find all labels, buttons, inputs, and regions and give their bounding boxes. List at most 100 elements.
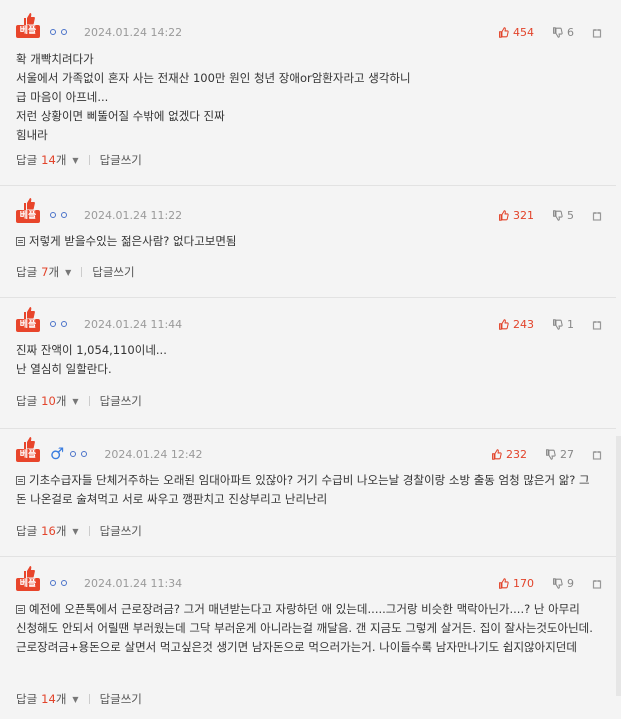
user-level-icon [50, 212, 56, 218]
upvote-button[interactable]: 170 [498, 577, 534, 590]
thumbs-down-icon [553, 319, 563, 330]
report-icon[interactable] [592, 320, 602, 330]
user-level-icon [61, 29, 67, 35]
comment-date: 2024.01.24 11:22 [84, 208, 183, 222]
report-icon[interactable] [592, 579, 602, 589]
downvote-button[interactable]: 6 [552, 26, 574, 39]
comment-meta: 2024.01.24 14:22 [50, 24, 182, 40]
reply-toggle[interactable]: 답글 10 개 ▼ [16, 393, 79, 409]
thumbs-up-icon [499, 27, 509, 38]
best-label: 베플 [16, 449, 40, 462]
write-reply-link[interactable]: 답글쓰기 [100, 393, 142, 409]
divider [88, 396, 90, 406]
reply-toggle[interactable]: 답글 7개 ▼ [16, 264, 71, 280]
comment-text: 예전에 오픈톡에서 근로장려금? 그거 매년받는다고 자랑하던 애 있는데...… [16, 602, 593, 654]
comment-header: 베플 2024.01.24 11:22 321 5 [16, 186, 606, 236]
comment-body: 예전에 오픈톡에서 근로장려금? 그거 매년받는다고 자랑하던 애 있는데...… [16, 600, 596, 657]
write-reply-link[interactable]: 답글쓰기 [100, 152, 142, 168]
upvote-count: 232 [506, 448, 527, 461]
thumbs-down-icon [553, 578, 563, 589]
user-level-icon [61, 580, 67, 586]
vote-bar: 321 5 [498, 209, 602, 222]
comment-item: 베플 2024.01.24 14:22 454 6 확 개빡치려다가 서울에서 … [0, 0, 616, 186]
scrollbar-track[interactable] [616, 436, 621, 696]
comment-meta: 2024.01.24 11:44 [50, 316, 182, 332]
comment-text: 진짜 잔액이 1,054,110이네... 난 열심히 일할란다. [16, 343, 167, 376]
report-icon[interactable] [592, 450, 602, 460]
report-icon[interactable] [592, 211, 602, 221]
comment-footer: 답글 7개 ▼ 답글쓰기 [16, 264, 135, 280]
upvote-button[interactable]: 243 [498, 318, 534, 331]
write-reply-link[interactable]: 답글쓰기 [100, 523, 142, 539]
upvote-button[interactable]: 232 [491, 448, 527, 461]
comment-item: 베플 2024.01.24 11:34 170 9 예전에 오픈톡에서 근로장려… [0, 557, 616, 719]
best-badge: 베플 [16, 436, 40, 470]
vote-bar: 232 27 [491, 448, 602, 461]
thumbs-up-icon [24, 566, 35, 578]
write-reply-link[interactable]: 답글쓰기 [92, 264, 134, 280]
upvote-button[interactable]: 321 [498, 209, 534, 222]
thumbs-up-icon [24, 437, 35, 449]
write-reply-link[interactable]: 답글쓰기 [100, 691, 142, 707]
downvote-button[interactable]: 27 [545, 448, 574, 461]
reply-count: 7 [41, 265, 49, 279]
reply-count: 14 [41, 153, 56, 167]
vote-bar: 454 6 [498, 26, 602, 39]
chevron-down-icon: ▼ [72, 396, 79, 406]
thumbs-up-icon [499, 210, 509, 221]
comment-footer: 답글 10 개 ▼ 답글쓰기 [16, 393, 142, 409]
reply-count: 10 [41, 394, 56, 408]
best-label: 베플 [16, 578, 40, 591]
reply-unit: 개 [55, 394, 67, 408]
comment-date: 2024.01.24 14:22 [84, 25, 183, 39]
comment-item: 베플 2024.01.24 11:44 243 1 진짜 잔액이 1,054,1… [0, 298, 616, 429]
comment-list: 베플 2024.01.24 14:22 454 6 확 개빡치려다가 서울에서 … [0, 0, 616, 719]
reply-unit: 개 [55, 524, 67, 538]
reply-label: 답글 [16, 692, 38, 706]
comment-date: 2024.01.24 11:34 [84, 576, 183, 590]
reply-count: 16 [41, 524, 56, 538]
comment-date: 2024.01.24 12:42 [104, 447, 203, 461]
vote-bar: 243 1 [498, 318, 602, 331]
reply-count: 14 [41, 692, 56, 706]
reply-toggle[interactable]: 답글 16 개 ▼ [16, 523, 79, 539]
user-level-icon [61, 212, 67, 218]
divider [88, 155, 90, 165]
chevron-down-icon: ▼ [72, 155, 79, 165]
user-level-icon [50, 580, 56, 586]
reply-unit: 개 [55, 692, 67, 706]
best-badge: 베플 [16, 197, 40, 231]
comment-meta: 2024.01.24 11:34 [50, 575, 182, 591]
reply-toggle[interactable]: 답글 14 개 ▼ [16, 691, 79, 707]
thumbs-up-icon [499, 578, 509, 589]
comment-text: 기초수급자들 단체거주하는 오래된 임대아파트 있잖아? 거기 수급비 나오는날… [16, 473, 590, 506]
user-level-icon [70, 451, 77, 457]
best-label: 베플 [16, 25, 40, 38]
comment-footer: 답글 14 개 ▼ 답글쓰기 [16, 691, 142, 707]
upvote-count: 321 [513, 209, 534, 222]
memo-icon [16, 605, 25, 614]
reply-unit: 개 [55, 153, 67, 167]
downvote-button[interactable]: 1 [552, 318, 574, 331]
downvote-button[interactable]: 5 [552, 209, 574, 222]
chevron-down-icon: ▼ [72, 526, 79, 536]
comment-body: 기초수급자들 단체거주하는 오래된 임대아파트 있잖아? 거기 수급비 나오는날… [16, 471, 596, 509]
best-badge: 베플 [16, 565, 40, 599]
comment-meta: 2024.01.24 11:22 [50, 207, 182, 223]
comment-date: 2024.01.24 11:44 [84, 317, 183, 331]
reply-label: 답글 [16, 394, 38, 408]
downvote-count: 5 [567, 209, 574, 222]
thumbs-up-icon [492, 449, 502, 460]
memo-icon [16, 237, 25, 246]
chevron-down-icon: ▼ [65, 267, 72, 277]
comment-meta: ♂ 2024.01.24 12:42 [50, 446, 203, 462]
report-icon[interactable] [592, 28, 602, 38]
divider [88, 694, 90, 704]
comment-text: 저렇게 받을수있는 젊은사람? 없다고보면됨 [29, 234, 237, 248]
upvote-button[interactable]: 454 [498, 26, 534, 39]
thumbs-down-icon [553, 27, 563, 38]
downvote-button[interactable]: 9 [552, 577, 574, 590]
reply-toggle[interactable]: 답글 14 개 ▼ [16, 152, 79, 168]
best-badge: 베플 [16, 12, 40, 46]
downvote-count: 9 [567, 577, 574, 590]
